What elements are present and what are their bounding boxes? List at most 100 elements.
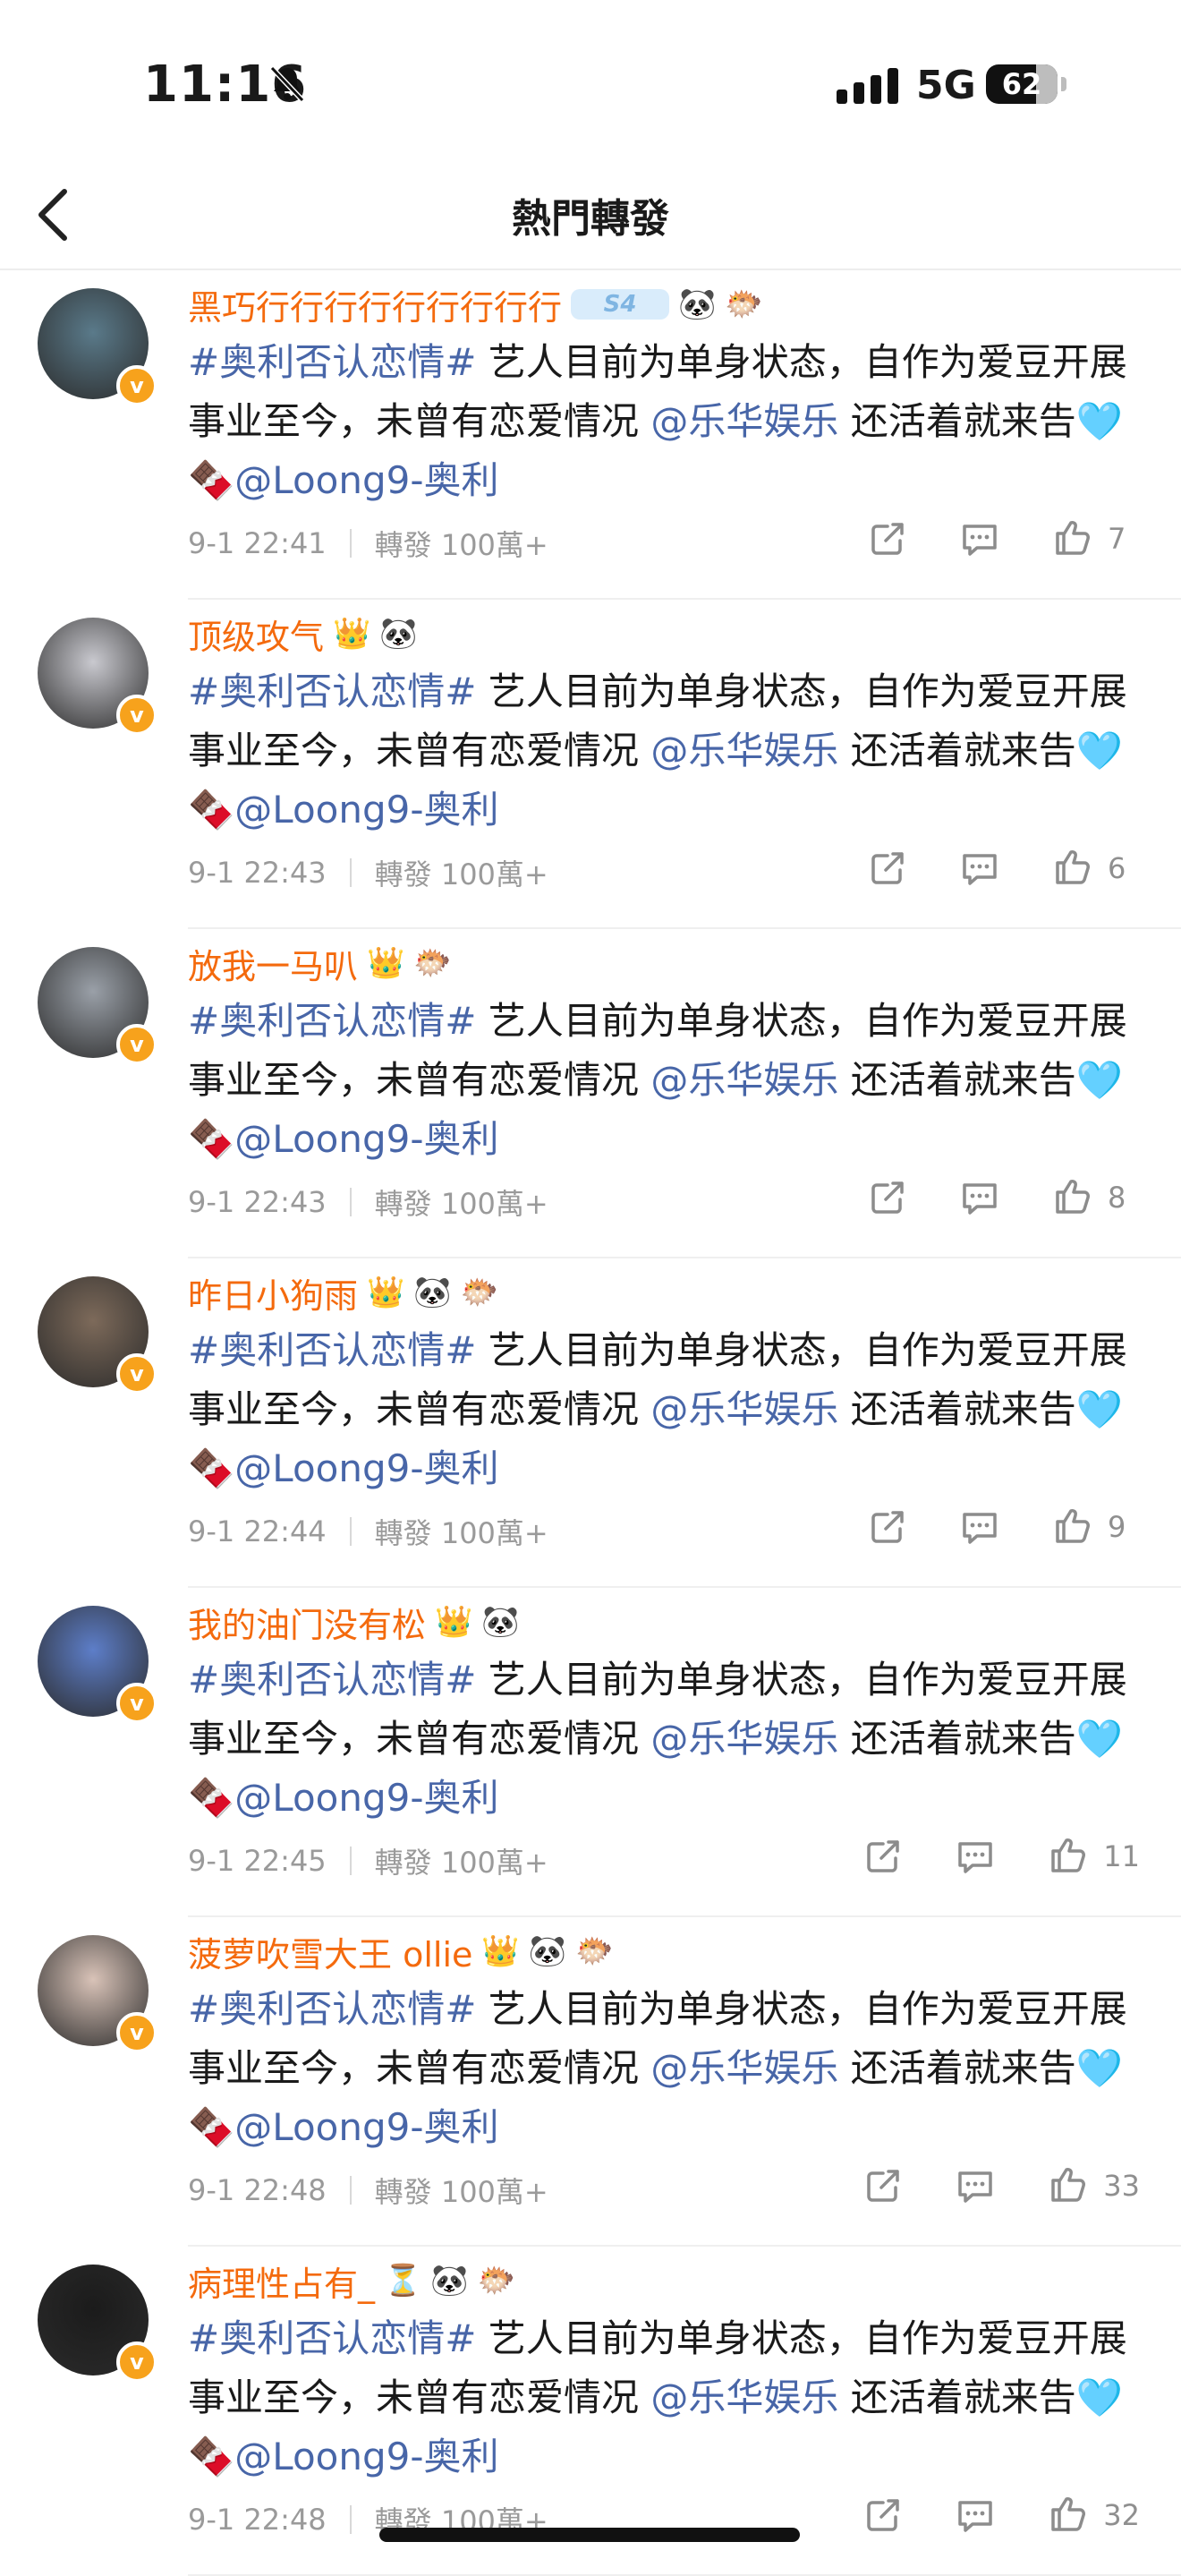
mention-link[interactable]: @Loong9-奥利 [234,2435,498,2478]
username[interactable]: 菠萝吹雪大王 ollie [188,1927,472,1976]
list-item[interactable]: v 顶级攻气 👑 🐼 #奥利否认恋情# 艺人目前为单身状态，自作为爱豆开展事业至… [0,600,1181,929]
comment-icon[interactable] [955,2495,996,2535]
chocolate-icon: 🍫 [188,1117,235,1161]
list-item[interactable]: v 我的油门没有松 👑 🐼 #奥利否认恋情# 艺人目前为单身状态，自作为爱豆开展… [0,1588,1181,1917]
comment-icon[interactable] [955,2166,996,2205]
divider [349,1188,352,1216]
share-icon[interactable] [868,1507,907,1547]
list-item[interactable]: v 昨日小狗雨 👑 🐼 🐡 #奥利否认恋情# 艺人目前为单身状态，自作为爱豆开展… [0,1258,1181,1588]
post-time: 9-1 22:45 [188,1844,327,1878]
username[interactable]: 顶级攻气 [188,610,324,659]
mention-link[interactable]: @Loong9-奥利 [234,2105,498,2149]
list-item[interactable]: v 菠萝吹雪大王 ollie 👑 🐼 🐡 #奥利否认恋情# 艺人目前为单身状态，… [0,1917,1181,2247]
post-actions: 7 [816,517,1140,560]
post-actions: 33 [811,2164,1140,2207]
hashtag-link[interactable]: #奥利否认恋情# [188,999,476,1043]
like-button[interactable]: 32 [1048,2494,1140,2537]
mention-link[interactable]: @乐华娱乐 [650,1387,838,1431]
mention-link[interactable]: @Loong9-奥利 [234,458,498,502]
post-time: 9-1 22:43 [188,1185,327,1219]
like-button[interactable]: 33 [1048,2164,1140,2207]
mention-link[interactable]: @Loong9-奥利 [234,788,498,832]
like-count: 8 [1108,1181,1126,1215]
share-icon[interactable] [863,2166,903,2205]
mention-link[interactable]: @Loong9-奥利 [234,1776,498,1820]
comment-icon[interactable] [959,1178,1000,1217]
mention-link[interactable]: @乐华娱乐 [650,1058,838,1102]
fish-icon: 🐡 [725,286,763,322]
username[interactable]: 放我一马叭 [188,939,358,988]
username[interactable]: 黑巧行行行行行行行行行 [188,280,562,329]
mention-link[interactable]: @乐华娱乐 [650,729,838,772]
share-icon[interactable] [863,2495,903,2535]
repost-count: 轉發 100萬+ [374,1846,548,1880]
like-button[interactable]: 7 [1052,517,1140,560]
hashtag-link[interactable]: #奥利否认恋情# [188,2316,476,2360]
mention-link[interactable]: @乐华娱乐 [650,1717,838,1761]
repost-text-tail: 还活着就来告 [850,2376,1076,2419]
post-actions: 6 [816,847,1140,890]
divider [349,529,352,558]
mention-link[interactable]: @Loong9-奥利 [234,1446,498,1490]
like-button[interactable]: 11 [1048,1835,1140,1878]
like-button[interactable]: 9 [1052,1506,1140,1548]
post-meta: 9-1 22:44 轉發 100萬+ [188,1511,548,1552]
list-item[interactable]: v 放我一马叭 👑 🐡 #奥利否认恋情# 艺人目前为单身状态，自作为爱豆开展事业… [0,929,1181,1258]
cellular-signal-icon [837,68,898,104]
comment-icon[interactable] [959,849,1000,888]
username[interactable]: 昨日小狗雨 [188,1268,358,1318]
repost-count: 轉發 100萬+ [374,528,548,562]
hashtag-link[interactable]: #奥利否认恋情# [188,670,476,713]
divider [349,2176,352,2205]
share-icon[interactable] [868,849,907,888]
mention-link[interactable]: @Loong9-奥利 [234,1117,498,1161]
post-meta: 9-1 22:45 轉發 100萬+ [188,1840,548,1881]
username[interactable]: 病理性占有_ [188,2256,375,2306]
home-indicator[interactable] [379,2528,800,2542]
like-icon [1052,1506,1092,1548]
username-row: 病理性占有_ ⏳ 🐼 🐡 [188,2256,515,2306]
verified-badge-icon: v [116,1353,157,1395]
mention-link[interactable]: @乐华娱乐 [650,2046,838,2090]
fish-icon: 🐡 [575,1933,614,1969]
post-time: 9-1 22:48 [188,2173,327,2207]
like-button[interactable]: 6 [1052,847,1140,890]
like-button[interactable]: 8 [1052,1176,1140,1219]
like-icon [1048,2494,1087,2537]
heart-icon: 🩵 [1075,1717,1124,1761]
hashtag-link[interactable]: #奥利否认恋情# [188,1328,476,1372]
post-actions: 11 [811,1835,1140,1878]
status-bar: 11:16 5G 62 [0,0,1181,161]
hashtag-link[interactable]: #奥利否认恋情# [188,1987,476,2031]
share-icon[interactable] [863,1837,903,1876]
comment-icon[interactable] [955,1837,996,1876]
repost-text-tail: 还活着就来告 [850,1058,1076,1102]
repost-text-tail: 还活着就来告 [850,729,1076,772]
mention-link[interactable]: @乐华娱乐 [650,399,838,443]
comment-icon[interactable] [959,519,1000,559]
chocolate-icon: 🍫 [188,2435,235,2478]
list-item[interactable]: v 黑巧行行行行行行行行行 S4 🐼 🐡 #奥利否认恋情# 艺人目前为单身状态，… [0,270,1181,600]
fish-icon: 🐡 [413,945,452,981]
hashtag-link[interactable]: #奥利否认恋情# [188,1658,476,1702]
mention-link[interactable]: @乐华娱乐 [650,2376,838,2419]
post-time: 9-1 22:41 [188,526,327,560]
post-time: 9-1 22:44 [188,1514,327,1548]
share-icon[interactable] [868,1178,907,1217]
page-title: 熱門轉發 [512,196,669,242]
repost-text-tail: 还活着就来告 [850,1717,1076,1761]
hashtag-link[interactable]: #奥利否认恋情# [188,340,476,384]
username[interactable]: 我的油门没有松 [188,1598,426,1647]
silent-bell-icon [269,65,305,103]
divider [349,2505,352,2534]
panda-icon: 🐼 [528,1933,567,1969]
panda-icon: 🐼 [413,1275,452,1310]
post-actions: 9 [816,1506,1140,1548]
list-item[interactable]: v 病理性占有_ ⏳ 🐼 🐡 #奥利否认恋情# 艺人目前为单身状态，自作为爱豆开… [0,2247,1181,2576]
panda-icon: 🐼 [481,1604,520,1640]
comment-icon[interactable] [959,1507,1000,1547]
share-icon[interactable] [868,519,907,559]
nav-bar: 熱門轉發 [0,161,1181,270]
chocolate-icon: 🍫 [188,788,235,832]
like-count: 6 [1108,851,1126,885]
